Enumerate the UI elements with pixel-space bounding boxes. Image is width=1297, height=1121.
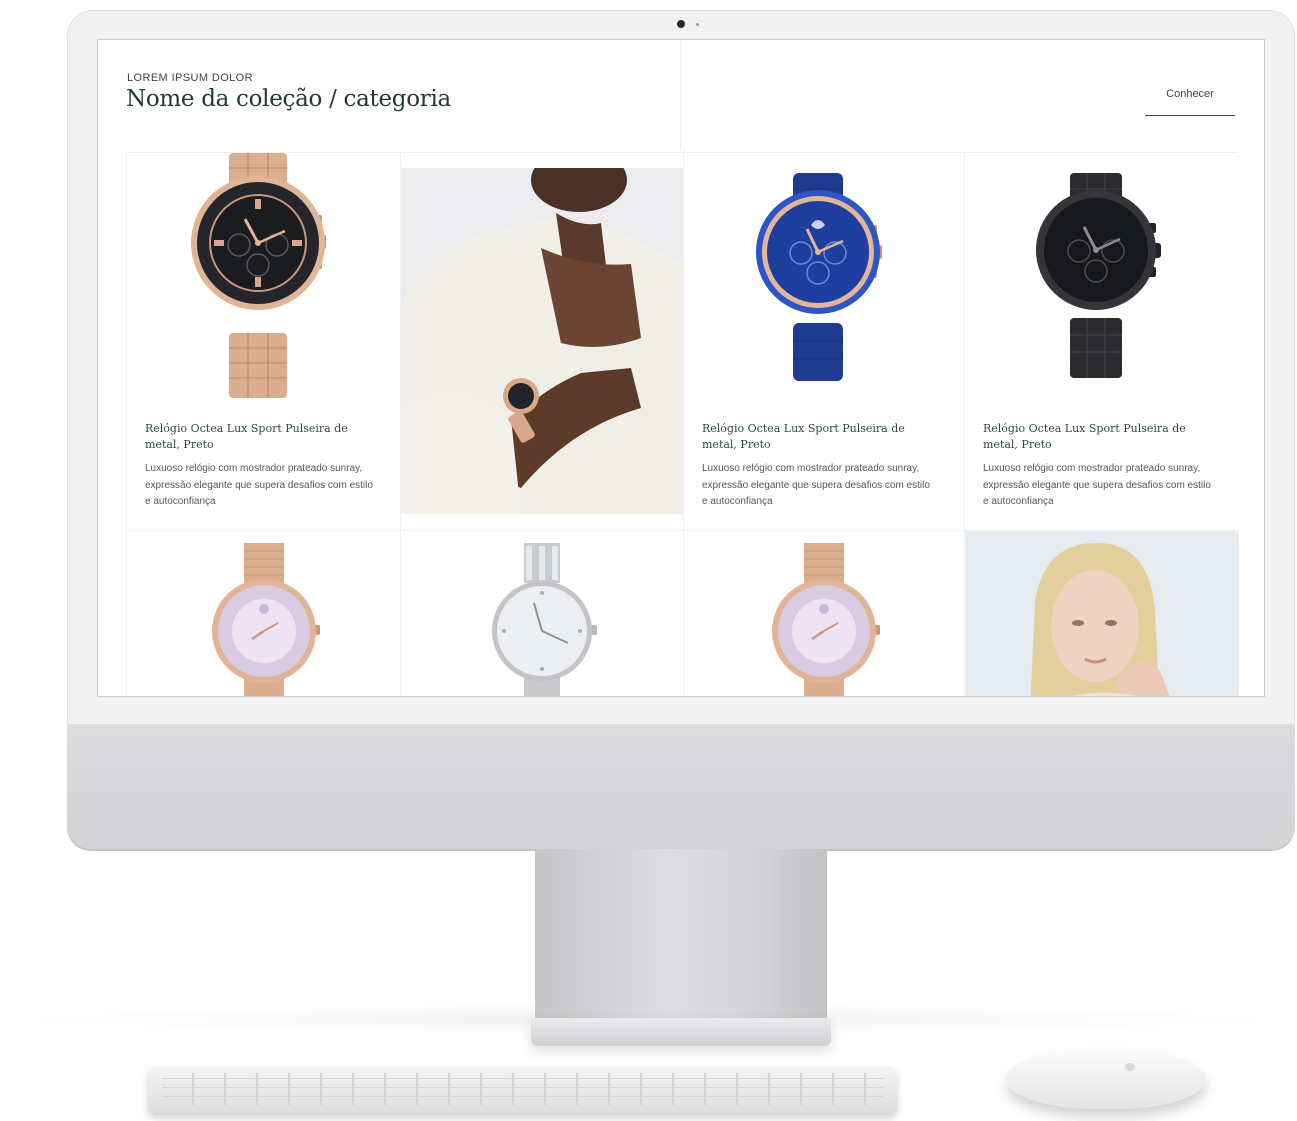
product-card[interactable] [684,531,964,696]
lifestyle-image-man [401,153,683,530]
man-wearing-watch-photo [401,168,683,514]
product-image[interactable] [965,153,1239,413]
desktop-mockup-scene: LOREM IPSUM DOLOR Nome da coleção / cate… [0,0,1297,1121]
camera-led-icon [696,23,699,26]
product-image[interactable] [127,153,400,413]
camera-icon [677,20,685,28]
product-card[interactable]: Relógio Octea Lux Sport Pulseira de meta… [684,153,964,530]
product-name[interactable]: Relógio Octea Lux Sport Pulseira de meta… [702,421,922,453]
product-card[interactable] [127,531,400,696]
silver-crystal-watch-icon [492,543,597,696]
imac-stand-foot [531,1018,831,1046]
product-description: Luxuoso relógio com mostrador prateado s… [702,463,930,507]
keyboard [148,1067,897,1113]
blue-leather-chronograph-watch-icon [756,173,882,381]
rose-gold-mesh-watch-icon [772,543,880,696]
product-card[interactable]: Relógio Octea Lux Sport Pulseira de meta… [965,153,1239,530]
product-name[interactable]: Relógio Octea Lux Sport Pulseira de meta… [983,421,1203,453]
product-grid: Relógio Octea Lux Sport Pulseira de meta… [126,152,1239,696]
rose-gold-mesh-watch-icon [211,543,320,696]
product-description: Luxuoso relógio com mostrador prateado s… [983,463,1211,507]
conhecer-button[interactable]: Conhecer [1145,85,1235,116]
woman-portrait-photo [965,531,1239,696]
screen: LOREM IPSUM DOLOR Nome da coleção / cate… [98,40,1264,696]
header-divider [680,40,681,150]
product-card[interactable] [401,531,683,696]
imac-stand [535,849,827,1021]
mouse-logo-icon [1125,1063,1135,1071]
black-chronograph-watch-icon [1036,173,1161,378]
product-image[interactable] [684,153,964,413]
product-card[interactable]: Relógio Octea Lux Sport Pulseira de meta… [127,153,400,530]
product-name[interactable]: Relógio Octea Lux Sport Pulseira de meta… [145,421,365,453]
collection-eyebrow: LOREM IPSUM DOLOR [127,72,253,84]
page-title: Nome da coleção / categoria [126,86,451,112]
keyboard-keys [162,1073,883,1105]
lifestyle-image-woman [965,531,1239,696]
imac-chin [67,725,1295,849]
rose-gold-chronograph-watch-icon [190,153,326,398]
product-description: Luxuoso relógio com mostrador prateado s… [145,463,373,507]
mouse [1006,1049,1206,1109]
